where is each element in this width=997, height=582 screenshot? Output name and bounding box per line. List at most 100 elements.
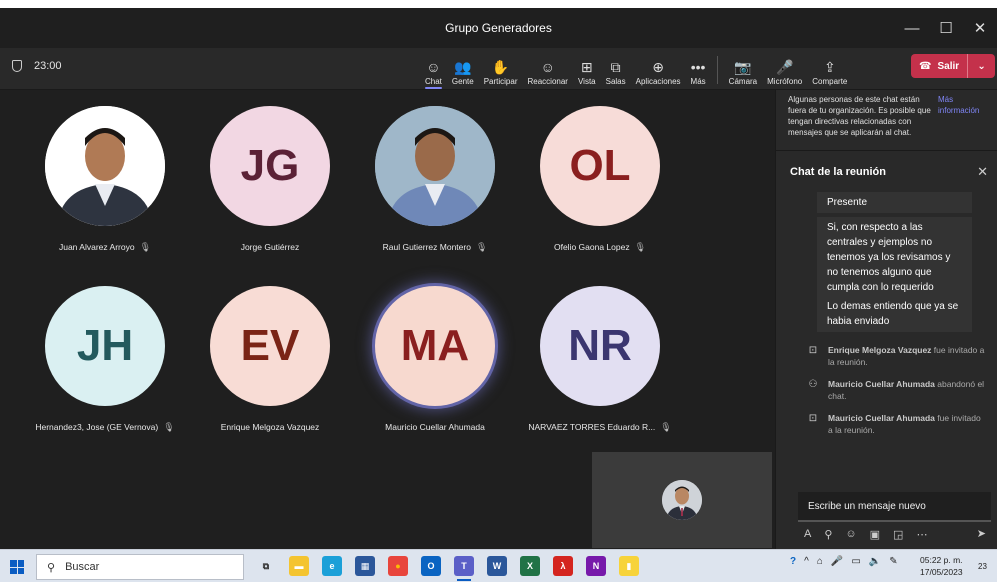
participant-name-text: Mauricio Cuellar Ahumada (385, 422, 485, 432)
chat-message[interactable]: Presente (817, 192, 972, 213)
chrome-icon[interactable]: ● (388, 556, 408, 576)
chat-message[interactable]: Lo demas entiendo que ya se habia enviad… (817, 296, 972, 332)
chevron-up-icon[interactable]: ^ (804, 556, 809, 567)
video-stage: Juan Alvarez Arroyo 🎙 JG Jorge Gutiérrez Rau… (0, 90, 775, 549)
notice-text: Algunas personas de este chat están fuer… (788, 95, 931, 137)
outlook-icon[interactable]: O (421, 556, 441, 576)
chat-header: Chat de la reunión ✕ (776, 150, 997, 192)
toolbar-people-button[interactable]: 👥 Gente (447, 52, 479, 86)
toolbar-button-label: Comparte (812, 77, 848, 86)
participant-name-text: Raul Gutierrez Montero (382, 242, 471, 252)
toolbar-raise-hand-button[interactable]: ✋ Participar (479, 52, 523, 86)
toolbar-button-label: Participar (483, 77, 518, 86)
network-icon[interactable]: ⌂ (817, 556, 823, 567)
format-icon[interactable]: A (804, 528, 811, 541)
muted-mic-icon: 🎙 (475, 242, 488, 252)
participant-tile[interactable]: Raul Gutierrez Montero 🎙 (340, 90, 530, 270)
leave-button[interactable]: ☎ Salir ⌄ (911, 54, 995, 78)
toolbar-button-label: Más (690, 77, 706, 86)
acrobat-icon[interactable]: λ (553, 556, 573, 576)
volume-icon[interactable]: 🔈 (869, 556, 881, 567)
phone-hangup-icon: ☎ (919, 60, 932, 72)
emoji-icon[interactable]: ☺ (845, 528, 856, 541)
sticker-icon[interactable]: ◲ (893, 528, 903, 541)
send-icon[interactable]: ➤ (977, 527, 986, 540)
toolbar-more-button[interactable]: ••• Más (686, 52, 711, 86)
toolbar-react-button[interactable]: ☺ Reaccionar (523, 52, 573, 86)
participant-avatar: JG (210, 106, 330, 226)
close-window-icon[interactable]: ✕ (963, 19, 997, 37)
self-view[interactable] (592, 452, 772, 548)
invite-icon: ⊡ (808, 413, 818, 424)
camera-off-button[interactable]: 📷 Cámara (724, 52, 762, 86)
compose-placeholder: Escribe un mensaje nuevo (808, 501, 926, 512)
participant-avatar: OL (540, 106, 660, 226)
chat-message[interactable]: Si, con respecto a las centrales y ejemp… (817, 217, 972, 298)
participant-tile[interactable]: MA Mauricio Cuellar Ahumada (340, 270, 530, 450)
sticky-notes-icon[interactable]: ▮ (619, 556, 639, 576)
message-list: Presente Si, con respecto a las centrale… (776, 192, 997, 488)
taskbar-clock[interactable]: 05:22 p. m. 17/05/2023 (920, 554, 963, 578)
notification-icon[interactable]: 23 (978, 558, 987, 572)
taskbar-search-input[interactable]: ⚲ Buscar (36, 554, 244, 580)
toolbar-view-button[interactable]: ⊞ Vista (573, 52, 601, 86)
minimize-icon[interactable]: — (895, 20, 929, 37)
toolbar-apps-button[interactable]: ⊕ Aplicaciones (631, 52, 686, 86)
timer-value: 23:00 (34, 60, 62, 72)
muted-mic-icon: 🎙 (660, 422, 672, 432)
person-photo-icon (375, 106, 495, 226)
calendar-app-icon[interactable]: ▦ (355, 556, 375, 576)
chat-icon: ☺ (426, 59, 441, 75)
taskbar-apps: ⧉ ▬ e ▦ ● O T W Xλ N ▮ (256, 556, 639, 581)
camera-off-icon: 📷 (734, 59, 752, 75)
participant-name-text: Ofelio Gaona Lopez (553, 242, 630, 252)
gif-icon[interactable]: ▣ (870, 528, 880, 541)
windows-start-icon[interactable] (10, 560, 24, 574)
system-tray: ? ^ ⌂ 🎤 ▭ 🔈 ✎ (790, 556, 898, 567)
view-icon: ⊞ (580, 59, 593, 75)
compose-toolbar: A ⚲ ☺ ▣ ◲ ⋯ ➤ (804, 528, 994, 541)
more-info-link[interactable]: Más información (938, 94, 988, 116)
participant-name: Mauricio Cuellar Ahumada (340, 422, 530, 432)
maximize-icon[interactable]: ☐ (929, 19, 963, 37)
onenote-icon[interactable]: N (586, 556, 606, 576)
muted-mic-icon: 🎙 (163, 422, 175, 432)
edge-icon[interactable]: e (322, 556, 342, 576)
close-chat-icon[interactable]: ✕ (977, 164, 988, 180)
search-placeholder: Buscar (65, 561, 100, 573)
participant-name-text: Jorge Gutiérrez (240, 242, 300, 252)
chevron-down-icon[interactable]: ⌄ (968, 61, 995, 72)
participant-avatar: NR (540, 286, 660, 406)
participant-tile[interactable]: JH Hernandez3, Jose (GE Vernova) 🎙 (10, 270, 200, 450)
message-compose-field[interactable]: Escribe un mensaje nuevo (798, 492, 991, 522)
participant-tile[interactable]: OL Ofelio Gaona Lopez 🎙 (505, 90, 695, 270)
word-icon[interactable]: W (487, 556, 507, 576)
toolbar-chat-button[interactable]: ☺ Chat (420, 52, 447, 89)
participant-tile[interactable]: Juan Alvarez Arroyo 🎙 (10, 90, 200, 270)
participant-tile[interactable]: EV Enrique Melgoza Vazquez (175, 270, 365, 450)
attach-icon[interactable]: ⚲ (824, 528, 832, 541)
window-title: Grupo Generadores (445, 21, 552, 35)
clock-date: 17/05/2023 (920, 567, 963, 577)
participant-tile[interactable]: NR NARVAEZ TORRES Eduardo R... 🎙 (505, 270, 695, 450)
participant-tile[interactable]: JG Jorge Gutiérrez (175, 90, 365, 270)
participant-name: Jorge Gutiérrez (175, 242, 365, 252)
more-options-icon[interactable]: ⋯ (916, 528, 927, 541)
share-button[interactable]: ⇪ Comparte (807, 52, 852, 86)
microphone-button[interactable]: 🎤 Micrófono (762, 52, 807, 86)
battery-icon[interactable]: ▭ (851, 556, 860, 567)
person-photo-icon (45, 106, 165, 226)
muted-mic-icon: 🎙 (139, 242, 152, 252)
toolbar-rooms-button[interactable]: ⧉ Salas (601, 52, 631, 86)
people-icon: 👥 (454, 59, 472, 75)
help-icon[interactable]: ? (790, 556, 796, 567)
teams-icon[interactable]: T (454, 556, 474, 581)
pen-icon[interactable]: ✎ (889, 556, 897, 567)
file-explorer-icon[interactable]: ▬ (289, 556, 309, 576)
system-event: ⚇ Mauricio Cuellar Ahumada abandonó el c… (806, 378, 986, 402)
excel-icon[interactable]: X (520, 556, 540, 576)
windows-taskbar: ⚲ Buscar ⧉ ▬ e ▦ ● O T W Xλ N ▮ ? ^ ⌂ 🎤 ▭ 🔈 ✎ 05:2… (0, 549, 997, 582)
microphone-tray-icon[interactable]: 🎤 (831, 556, 843, 567)
task-view-icon[interactable]: ⧉ (256, 556, 276, 576)
invite-icon: ⊡ (808, 345, 818, 356)
